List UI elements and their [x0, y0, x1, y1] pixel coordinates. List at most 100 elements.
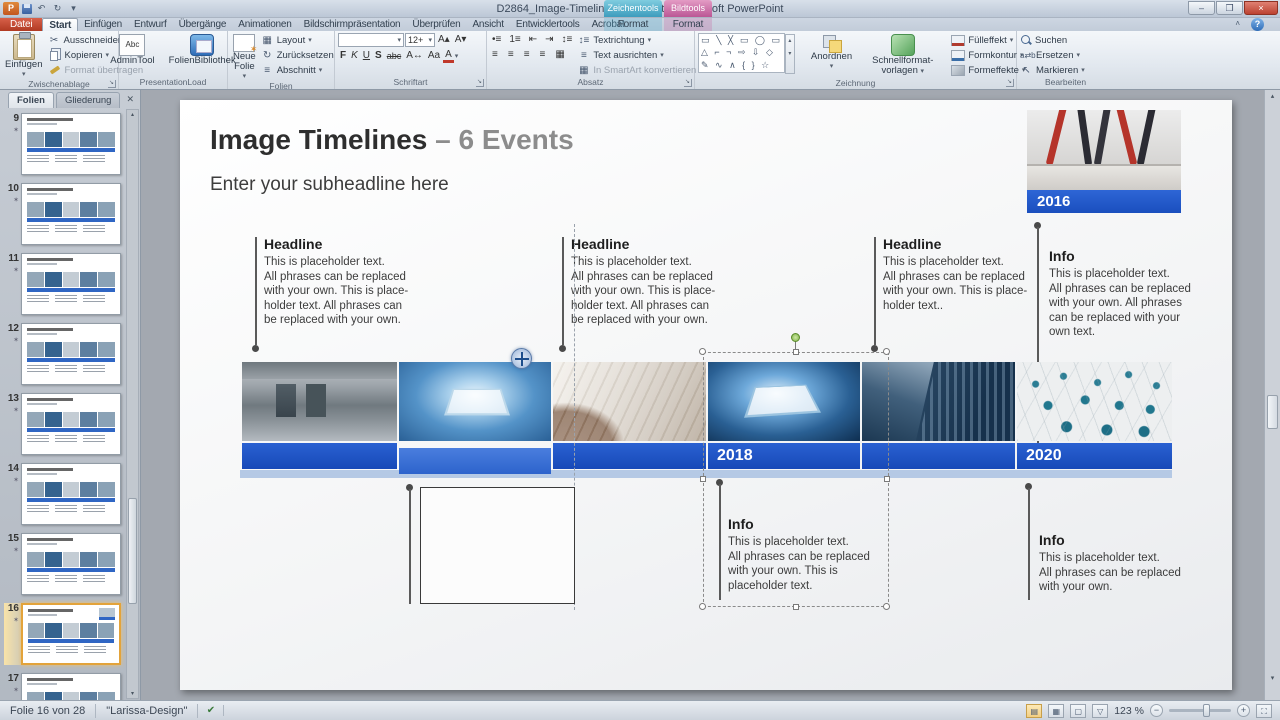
slide-thumbnail-12[interactable]: 12✶: [4, 323, 126, 385]
font-size-select[interactable]: 12+▾: [405, 33, 435, 47]
scroll-down-icon[interactable]: ▾: [1265, 674, 1280, 682]
help-icon[interactable]: ?: [1251, 18, 1264, 31]
align-left-icon[interactable]: ≡: [490, 48, 500, 62]
normal-view-button[interactable]: ▤: [1026, 704, 1042, 718]
selection-handle-se[interactable]: [883, 603, 890, 610]
picture-tools-header[interactable]: Bildtools: [664, 0, 712, 17]
grow-font-icon[interactable]: A▴: [436, 33, 452, 47]
font-name-select[interactable]: ▾: [338, 33, 404, 47]
columns-icon[interactable]: ▦: [553, 48, 566, 62]
timeline-event-2016[interactable]: 2016: [1027, 110, 1181, 213]
character-spacing-button[interactable]: A↔: [404, 49, 425, 63]
font-dialog-launcher-icon[interactable]: ↘: [476, 79, 484, 87]
selection-handle-s[interactable]: [793, 604, 799, 610]
editor-scrollbar[interactable]: ▴ ▾: [1264, 90, 1280, 700]
shapes-scroll-up-icon[interactable]: ▴: [786, 35, 794, 48]
power-cables-photo[interactable]: [1027, 110, 1181, 190]
tab-folien[interactable]: Folien: [8, 92, 54, 108]
shapes-scroll[interactable]: ▴ ▾: [785, 34, 795, 74]
tab-uebergaenge[interactable]: Übergänge: [173, 18, 233, 31]
minimize-button[interactable]: ‒: [1188, 1, 1215, 15]
hand-on-keyboard-photo[interactable]: [553, 362, 706, 441]
slide-sorter-view-button[interactable]: ▦: [1048, 704, 1064, 718]
rotate-handle[interactable]: [791, 333, 800, 342]
align-right-icon[interactable]: ≡: [522, 48, 532, 62]
italic-button[interactable]: K: [349, 49, 360, 63]
slide-thumbnail-16-selected[interactable]: 16✶: [4, 603, 126, 665]
bullets-icon[interactable]: •≡: [490, 33, 503, 47]
strikethrough-button[interactable]: abc: [385, 49, 404, 63]
drawing-dialog-launcher-icon[interactable]: ↘: [1006, 79, 1014, 87]
shapes-row-1[interactable]: ▭ ╲ ╳ ▭ ◯ ▭: [701, 35, 782, 46]
align-text-button[interactable]: ≡Text ausrichten▾: [577, 48, 696, 62]
section-button[interactable]: ≡Abschnitt▾: [261, 63, 334, 77]
select-button[interactable]: ↖Markieren▾: [1020, 63, 1085, 77]
slide-thumbnail-10[interactable]: 10✶: [4, 183, 126, 245]
shrink-font-icon[interactable]: A▾: [453, 33, 469, 47]
tab-start[interactable]: Start: [42, 18, 78, 31]
close-button[interactable]: ×: [1244, 1, 1278, 15]
circuit-chip-light-photo[interactable]: [399, 362, 551, 441]
pane-scroll-up-icon[interactable]: ▴: [127, 111, 138, 118]
tab-format-picture[interactable]: Format: [664, 18, 712, 31]
admintool-button[interactable]: Abc AdminTool: [108, 33, 156, 77]
find-button[interactable]: Suchen: [1020, 33, 1085, 47]
tab-entwurf[interactable]: Entwurf: [128, 18, 173, 31]
shapes-gallery[interactable]: ▭ ╲ ╳ ▭ ◯ ▭ △ ⌐ ¬ ⇨ ⇩ ◇ ✎ ∿ ∧ { } ☆ ▴ ▾: [698, 33, 785, 73]
align-center-icon[interactable]: ≡: [506, 48, 516, 62]
empty-placeholder-box[interactable]: [420, 487, 575, 604]
selection-handle-w[interactable]: [700, 476, 706, 482]
tab-ueberpruefen[interactable]: Überprüfen: [406, 18, 466, 31]
change-case-button[interactable]: Aa: [426, 49, 442, 63]
zoom-slider[interactable]: [1169, 709, 1231, 712]
shapes-row-3[interactable]: ✎ ∿ ∧ { } ☆: [701, 60, 782, 71]
new-slide-button[interactable]: Neue Folie▾: [231, 33, 258, 81]
reset-button[interactable]: ↻Zurücksetzen: [261, 48, 334, 62]
reading-view-button[interactable]: ▢: [1070, 704, 1086, 718]
slide-thumbnail-14[interactable]: 14✶: [4, 463, 126, 525]
justify-icon[interactable]: ≡: [538, 48, 548, 62]
scroll-thumb[interactable]: [1267, 395, 1278, 429]
slide-thumbnail-17[interactable]: 17✶: [4, 673, 126, 700]
zoom-slider-thumb[interactable]: [1203, 704, 1210, 717]
timeline-event-1[interactable]: [242, 362, 397, 469]
info-block-bottom-middle[interactable]: Info This is placeholder text. All phras…: [728, 516, 888, 593]
spellcheck-icon[interactable]: ✔: [198, 705, 224, 716]
bold-button[interactable]: F: [338, 49, 348, 63]
pane-scrollbar[interactable]: ▴ ▾: [126, 109, 139, 699]
tab-entwicklertools[interactable]: Entwicklertools: [510, 18, 586, 31]
clipboard-dialog-launcher-icon[interactable]: ↘: [108, 80, 116, 88]
selection-handle-ne[interactable]: [883, 348, 890, 355]
line-spacing-icon[interactable]: ↕≡: [560, 33, 575, 47]
headline-block-3[interactable]: Headline This is placeholder text. All p…: [883, 236, 1051, 313]
selection-handle-nw[interactable]: [699, 348, 706, 355]
selection-handle-sw[interactable]: [699, 603, 706, 610]
info-block-top-right[interactable]: Info This is placeholder text. All phras…: [1049, 248, 1199, 340]
info-block-bottom-right[interactable]: Info This is placeholder text. All phras…: [1039, 532, 1199, 595]
paragraph-dialog-launcher-icon[interactable]: ↘: [684, 79, 692, 87]
ribbon-collapse-icon[interactable]: ˄: [1235, 19, 1240, 28]
slide-thumbnail-13[interactable]: 13✶: [4, 393, 126, 455]
slide-thumbnail-15[interactable]: 15✶: [4, 533, 126, 595]
elevator-lobby-photo[interactable]: [242, 362, 397, 441]
tab-einfuegen[interactable]: Einfügen: [78, 18, 128, 31]
increase-indent-icon[interactable]: ⇥: [543, 33, 555, 47]
numbering-icon[interactable]: 1≡: [507, 33, 522, 47]
quick-styles-button[interactable]: Schnellformat- vorlagen ▾: [870, 33, 935, 78]
selection-handle-e[interactable]: [884, 476, 890, 482]
tab-format-drawing[interactable]: Format: [604, 18, 662, 31]
replace-button[interactable]: a⇄bErsetzen▾: [1020, 48, 1085, 62]
zoom-in-icon[interactable]: +: [1237, 704, 1250, 717]
timeline-event-2[interactable]: [399, 362, 551, 474]
zoom-level[interactable]: 123 %: [1114, 705, 1144, 717]
slide-thumbnail-9[interactable]: 9✶: [4, 113, 126, 175]
font-color-button[interactable]: A: [443, 49, 454, 63]
shape-outline-button[interactable]: Formkontur▾: [951, 48, 1025, 62]
headline-block-1[interactable]: Headline This is placeholder text. All p…: [264, 236, 432, 328]
timeline-event-3[interactable]: [553, 362, 706, 469]
pane-scroll-down-icon[interactable]: ▾: [127, 690, 138, 697]
tab-ansicht[interactable]: Ansicht: [466, 18, 509, 31]
shapes-scroll-down-icon[interactable]: ▾: [786, 48, 794, 61]
restore-button[interactable]: ❒: [1216, 1, 1243, 15]
timeline-event-6[interactable]: 2020: [1017, 362, 1172, 469]
